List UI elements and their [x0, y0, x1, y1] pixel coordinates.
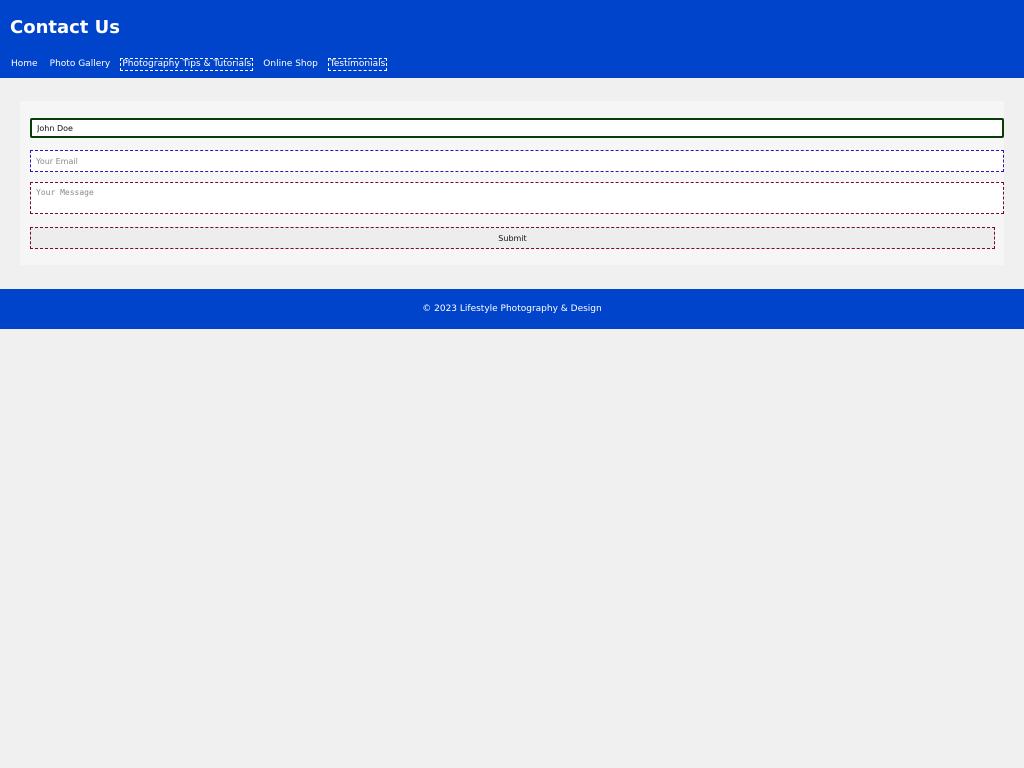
footer-copyright: © 2023 Lifestyle Photography & Design [422, 304, 602, 314]
nav-link-online-shop[interactable]: Online Shop [261, 58, 320, 71]
site-header: Contact Us Home Photo Gallery Photograph… [0, 0, 1024, 78]
email-input[interactable] [30, 150, 1004, 172]
name-input[interactable] [30, 118, 1004, 138]
nav-link-photography-tips[interactable]: Photography Tips & Tutorials [120, 58, 254, 71]
message-textarea[interactable] [30, 182, 1004, 214]
main-nav: Home Photo Gallery Photography Tips & Tu… [10, 51, 390, 71]
site-footer: © 2023 Lifestyle Photography & Design [0, 289, 1024, 329]
nav-link-testimonials[interactable]: Testimonials [327, 58, 388, 71]
submit-button[interactable]: Submit [30, 227, 995, 249]
nav-link-home[interactable]: Home [10, 58, 40, 71]
nav-link-photo-gallery[interactable]: Photo Gallery [48, 58, 113, 71]
page-title: Contact Us [10, 17, 121, 38]
